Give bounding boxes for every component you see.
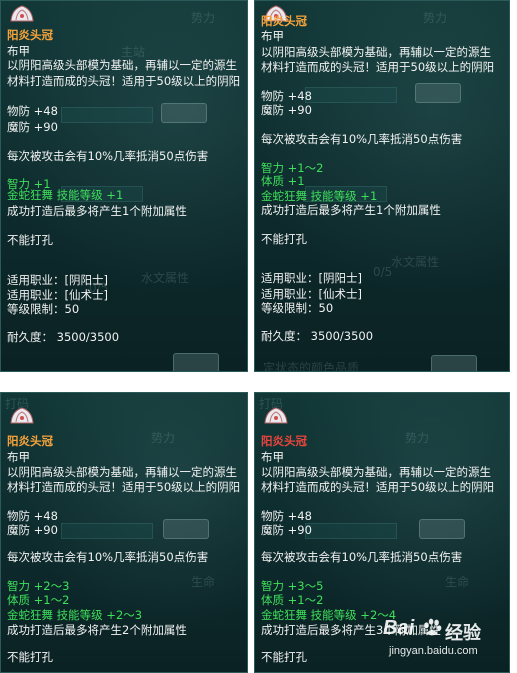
physical-defense: 物防 +48	[7, 509, 58, 523]
job-requirement-2: 适用职业：[仙术士]	[7, 288, 108, 302]
extra-attributes: 成功打造后最多将产生2个附加属性	[7, 623, 187, 637]
magic-defense: 魔防 +90	[261, 103, 312, 117]
watermark-url: jingyan.baidu.com	[389, 645, 478, 657]
level-requirement: 等级限制：50	[7, 302, 80, 316]
watermark-brand: Bai	[383, 617, 415, 639]
durability: 耐久度： 3500/3500	[7, 330, 120, 344]
item-description-line-1: 以阴阳高级头部模为基础，再辅以一定的源生	[7, 58, 237, 72]
job-requirement-1: 适用职业：[阴阳士]	[261, 271, 362, 285]
helmet-icon	[10, 5, 34, 22]
socket-status: 不能打孔	[261, 650, 307, 664]
special-effect: 每次被攻击会有10%几率抵消50点伤害	[7, 550, 209, 564]
item-description-line-2: 材料打造而成的头冠！适用于50级以上的阴阳	[7, 480, 241, 494]
skill-bonus: 金蛇狂舞 技能等级 +1	[261, 189, 378, 203]
watermark-brand-cn: 经验	[445, 623, 481, 644]
socket-status: 不能打孔	[7, 233, 53, 247]
helmet-icon	[10, 407, 34, 424]
item-type: 布甲	[7, 450, 30, 464]
item-name: 阳炎头冠	[7, 434, 53, 448]
item-name: 阳炎头冠	[7, 28, 53, 42]
level-requirement: 等级限制：50	[261, 301, 334, 315]
item-type: 布甲	[7, 44, 30, 58]
magic-defense: 魔防 +90	[7, 523, 58, 537]
item-description-line-1: 以阴阳高级头部模为基础，再辅以一定的源生	[261, 465, 491, 479]
stamina-stat: 体质 +1～2	[7, 593, 70, 607]
physical-defense: 物防 +48	[7, 104, 58, 118]
wisdom-stat: 智力 +1～2	[261, 161, 324, 175]
special-effect: 每次被攻击会有10%几率抵消50点伤害	[7, 149, 209, 163]
magic-defense: 魔防 +90	[7, 120, 58, 134]
item-type: 布甲	[261, 29, 284, 43]
item-tooltip-2: 势力 主站 水文属性 0/5 定状态的颜色品质 阳炎头冠 布甲 以阴阳高级头部模…	[254, 0, 510, 372]
physical-defense: 物防 +48	[261, 89, 312, 103]
helmet-icon	[264, 407, 288, 424]
item-description-line-1: 以阴阳高级头部模为基础，再辅以一定的源生	[7, 465, 237, 479]
skill-bonus: 金蛇狂舞 技能等级 +2～4	[261, 608, 397, 622]
extra-attributes: 成功打造后最多将产生1个附加属性	[7, 204, 187, 218]
skill-bonus: 金蛇狂舞 技能等级 +1	[7, 188, 124, 202]
durability: 耐久度： 3500/3500	[261, 329, 374, 343]
special-effect: 每次被攻击会有10%几率抵消50点伤害	[261, 132, 463, 146]
physical-defense: 物防 +48	[261, 509, 312, 523]
magic-defense: 魔防 +90	[261, 523, 312, 537]
item-description-line-2: 材料打造而成的头冠！适用于50级以上的阴阳	[261, 480, 495, 494]
item-name: 阳炎头冠	[261, 14, 307, 28]
job-requirement-2: 适用职业：[仙术士]	[261, 287, 362, 301]
job-requirement-1: 适用职业：[阴阳士]	[7, 273, 108, 287]
item-type: 布甲	[261, 450, 284, 464]
paw-logo-icon	[424, 618, 442, 636]
stamina-stat: 体质 +1	[261, 174, 305, 188]
item-name: 阳炎头冠	[261, 434, 307, 448]
item-description-line-2: 材料打造而成的头冠！适用于50级以上的阴阳	[7, 74, 241, 88]
item-description-line-2: 材料打造而成的头冠！适用于50级以上的阴阳	[261, 60, 495, 74]
special-effect: 每次被攻击会有10%几率抵消50点伤害	[261, 550, 463, 564]
baidu-jingyan-watermark: Bai 经验 jingyan.baidu.com	[383, 611, 503, 667]
item-description-line-1: 以阴阳高级头部模为基础，再辅以一定的源生	[261, 45, 491, 59]
wisdom-stat: 智力 +2～3	[7, 579, 70, 593]
skill-bonus: 金蛇狂舞 技能等级 +2～3	[7, 608, 143, 622]
socket-status: 不能打孔	[7, 650, 53, 664]
extra-attributes: 成功打造后最多将产生1个附加属性	[261, 203, 441, 217]
socket-status: 不能打孔	[261, 232, 307, 246]
item-tooltip-1: 势力 主站 水文属性 0/5 阳炎头冠 布甲 以阴阳高级头部模为基础，再辅以一定…	[0, 0, 248, 372]
item-tooltip-3: 势力 打码 生命 阳炎头冠 布甲 以阴阳高级头部模为基础，再辅以一定的源生 材料…	[0, 392, 248, 673]
stamina-stat: 体质 +1～2	[261, 593, 324, 607]
wisdom-stat: 智力 +3～5	[261, 579, 324, 593]
